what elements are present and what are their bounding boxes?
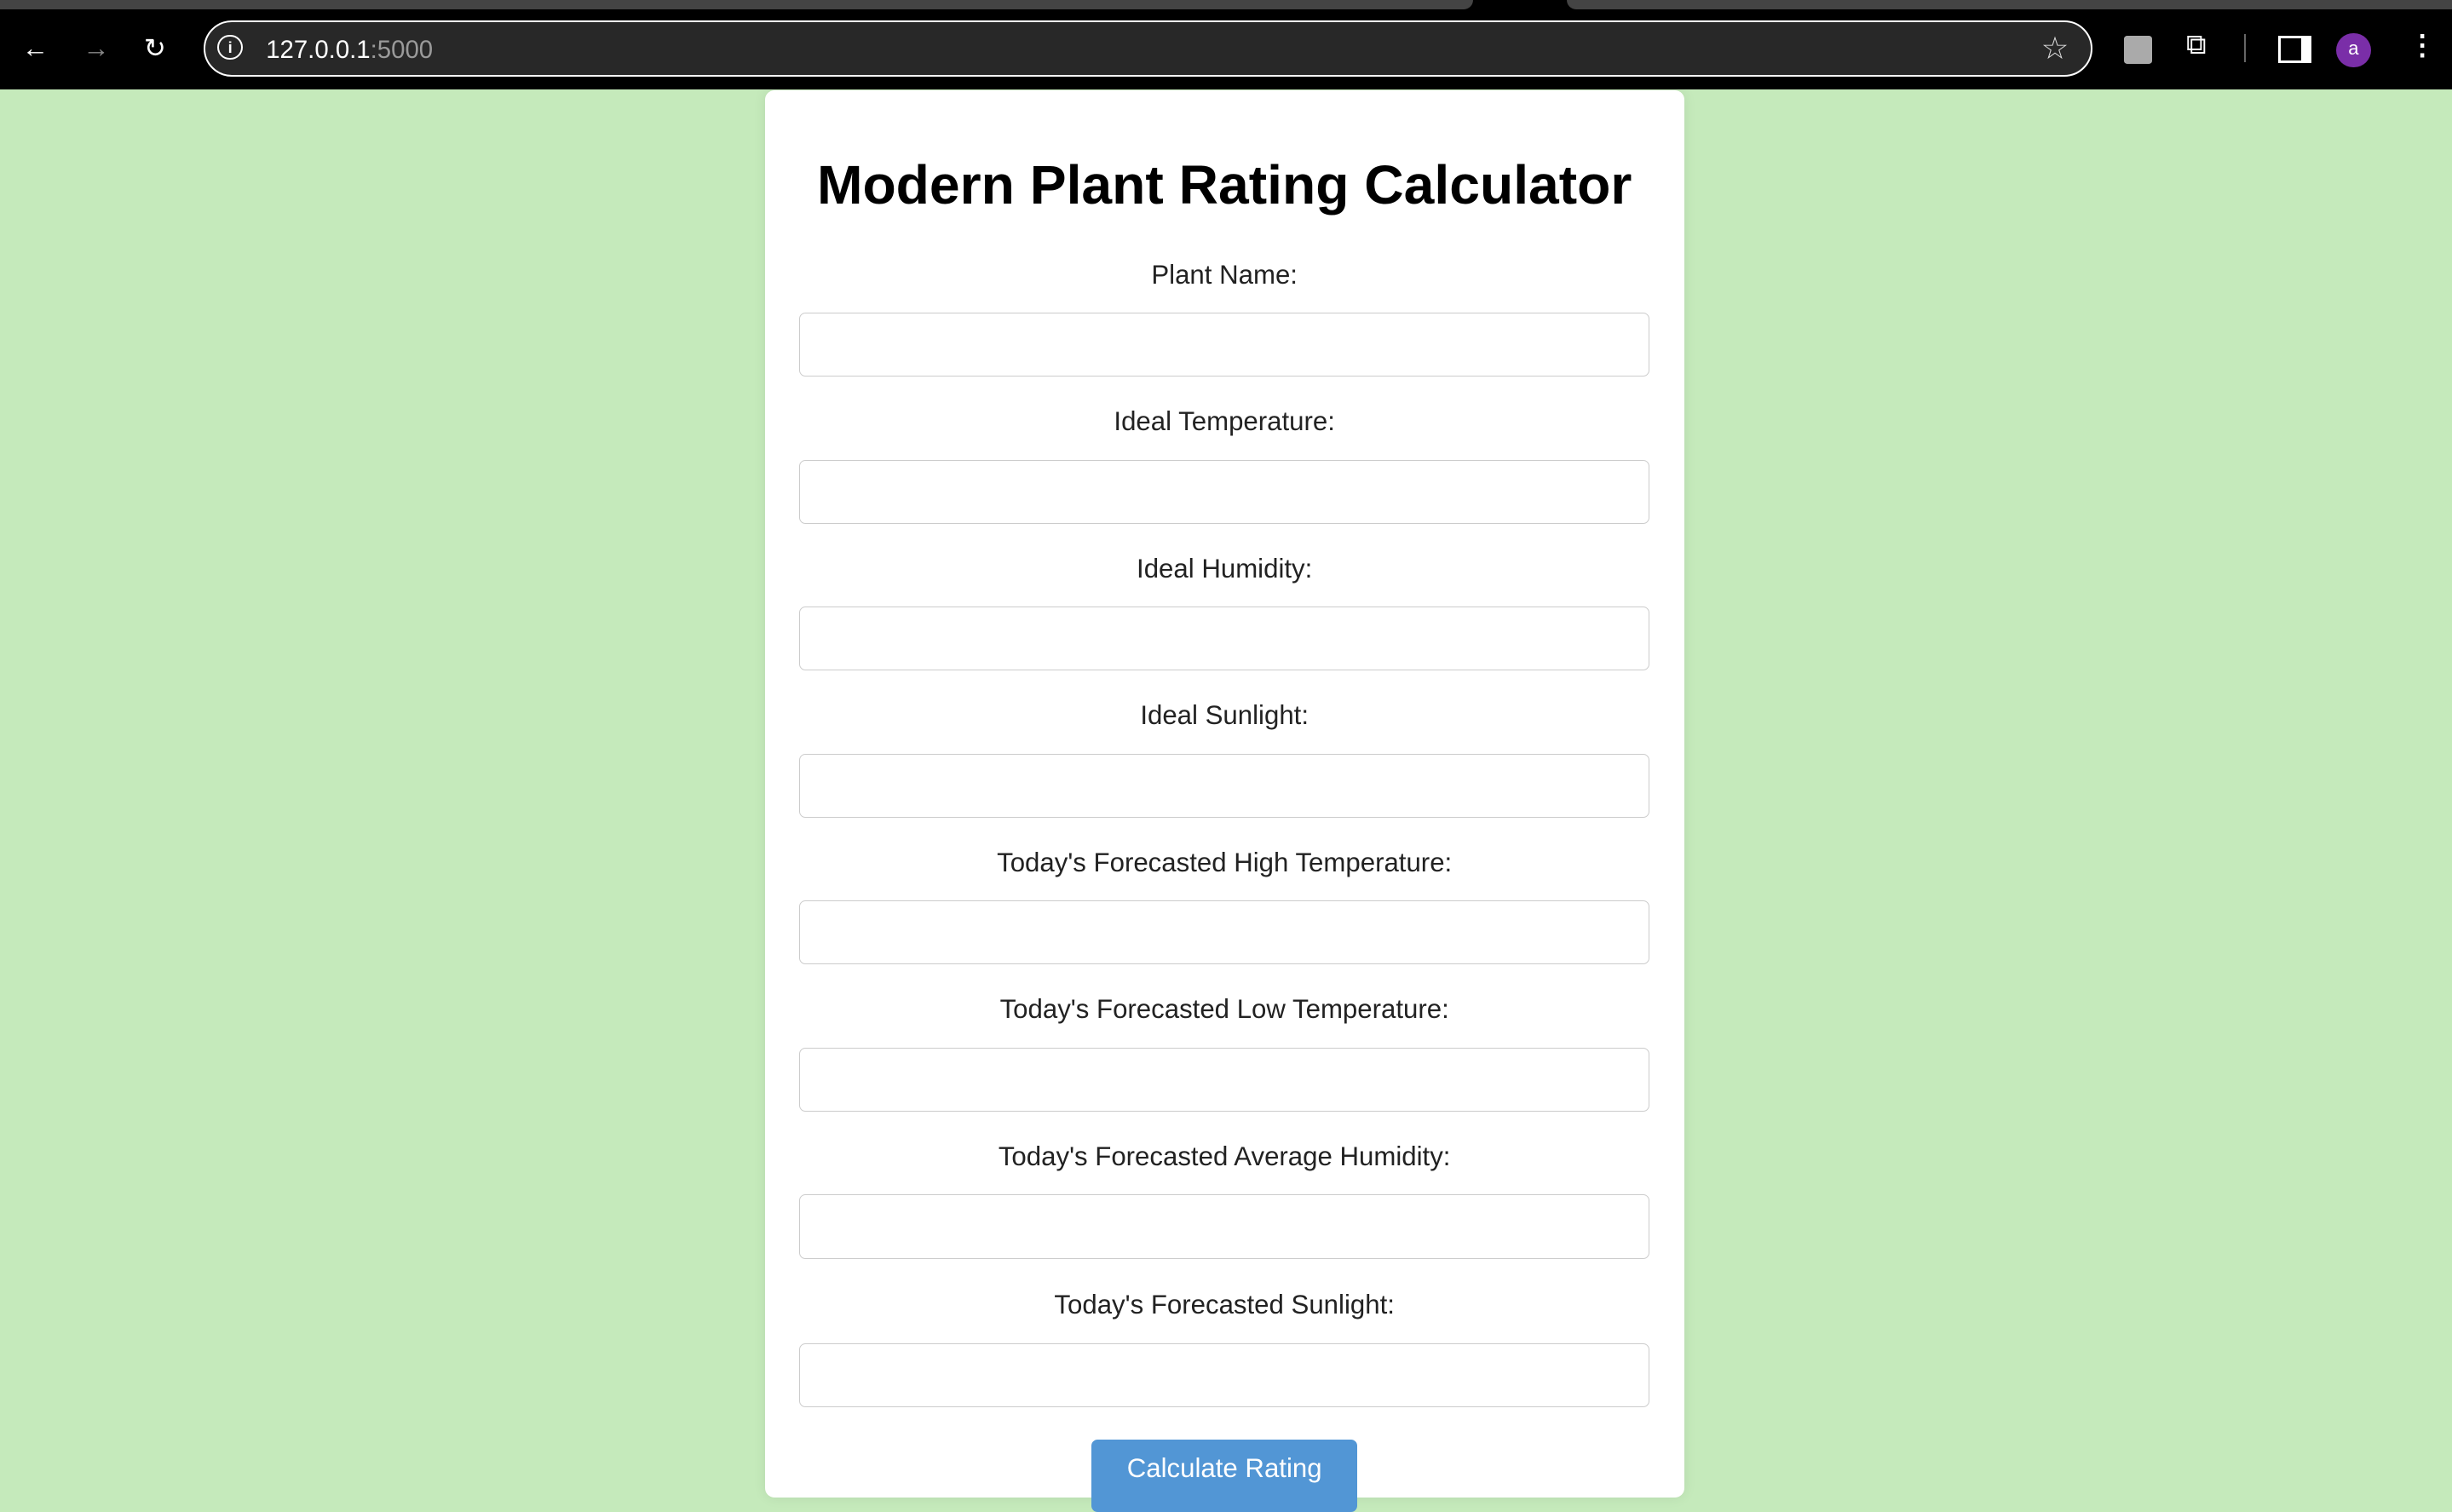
site-info-icon[interactable]: i: [217, 34, 243, 60]
forecast-high-temp-input[interactable]: [798, 900, 1650, 965]
url-port: :5000: [370, 36, 434, 65]
forecast-high-temp-field: Today's Forecasted High Temperature:: [798, 847, 1650, 965]
extension-icon[interactable]: [2123, 36, 2152, 65]
toolbar-divider: [2243, 34, 2246, 63]
ideal-humidity-input[interactable]: [798, 607, 1650, 671]
ideal-temperature-input[interactable]: [798, 459, 1650, 524]
reload-icon[interactable]: ↻: [144, 32, 166, 66]
ideal-temperature-field: Ideal Temperature:: [798, 406, 1650, 524]
field-label: Today's Forecasted Average Humidity:: [998, 1141, 1451, 1171]
field-label: Today's Forecasted Low Temperature:: [999, 994, 1449, 1025]
plant-name-input[interactable]: [798, 313, 1650, 377]
menu-kebab-icon[interactable]: ⋮: [2409, 28, 2437, 61]
page-title: Modern Plant Rating Calculator: [816, 153, 1632, 216]
plant-name-field: Plant Name:: [798, 259, 1650, 377]
forecast-avg-humidity-field: Today's Forecasted Average Humidity:: [798, 1141, 1650, 1259]
forecast-low-temp-field: Today's Forecasted Low Temperature:: [798, 994, 1650, 1112]
bookmark-star-icon[interactable]: ☆: [2041, 30, 2069, 66]
profile-avatar[interactable]: a: [2336, 32, 2371, 67]
calculate-rating-button[interactable]: Calculate Rating: [1091, 1440, 1358, 1512]
forecast-sunlight-input[interactable]: [798, 1342, 1650, 1407]
back-icon[interactable]: ←: [22, 32, 49, 66]
side-panel-icon[interactable]: [2278, 36, 2312, 63]
puzzle-extensions-icon[interactable]: ⧉: [2186, 28, 2207, 61]
field-label: Today's Forecasted Sunlight:: [1054, 1290, 1395, 1320]
address-bar[interactable]: i 127.0.0.1:5000 ☆: [203, 20, 2093, 78]
forward-icon[interactable]: →: [83, 32, 109, 66]
ideal-sunlight-field: Ideal Sunlight:: [798, 700, 1650, 818]
ideal-humidity-field: Ideal Humidity:: [798, 553, 1650, 671]
url-host: 127.0.0.1: [266, 36, 371, 65]
field-label: Today's Forecasted High Temperature:: [997, 847, 1453, 877]
forecast-avg-humidity-input[interactable]: [798, 1194, 1650, 1259]
calculator-card: Modern Plant Rating Calculator Plant Nam…: [764, 90, 1684, 1512]
browser-tab[interactable]: [1567, 0, 2452, 9]
browser-tab[interactable]: [0, 0, 1474, 9]
browser-toolbar: ← → ↻ i 127.0.0.1:5000 ☆ ⧉ a ⋮: [0, 0, 2452, 89]
ideal-sunlight-input[interactable]: [798, 753, 1650, 818]
forecast-low-temp-input[interactable]: [798, 1047, 1650, 1112]
field-label: Plant Name:: [1151, 259, 1298, 290]
field-label: Ideal Humidity:: [1137, 553, 1313, 584]
field-label: Ideal Temperature:: [1114, 406, 1335, 437]
forecast-sunlight-field: Today's Forecasted Sunlight:: [798, 1290, 1650, 1407]
field-label: Ideal Sunlight:: [1140, 700, 1309, 731]
